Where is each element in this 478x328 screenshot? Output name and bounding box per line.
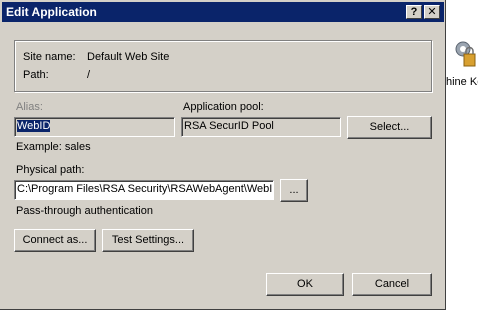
auth-text: Pass-through authentication (16, 205, 153, 217)
app-pool-label: Application pool: (183, 101, 264, 113)
physical-path-input[interactable]: C:\Program Files\RSA Security\RSAWebAgen… (14, 180, 274, 200)
window-title: Edit Application (6, 5, 97, 19)
path-label: Path: (23, 69, 49, 81)
gear-lock-icon (455, 41, 476, 67)
alias-label: Alias: (16, 101, 43, 113)
alias-value: WebID (17, 120, 51, 132)
cancel-button[interactable]: Cancel (352, 273, 432, 296)
edit-application-dialog: Edit Application ? ✕ Site name: Default … (0, 0, 446, 310)
app-pool-field: RSA SecurID Pool (181, 117, 341, 137)
browse-button[interactable]: ... (280, 179, 308, 202)
site-info-box: Site name: Default Web Site Path: / (14, 40, 432, 92)
path-value: / (87, 69, 91, 81)
alias-field[interactable]: WebID (14, 117, 175, 137)
physical-path-label: Physical path: (16, 164, 85, 176)
app-pool-value: RSA SecurID Pool (184, 120, 274, 132)
title-bar[interactable]: Edit Application ? ✕ (2, 2, 444, 22)
site-name-label: Site name: (23, 51, 76, 63)
close-button[interactable]: ✕ (424, 5, 440, 19)
site-name-value: Default Web Site (87, 51, 170, 63)
test-settings-button[interactable]: Test Settings... (102, 229, 194, 252)
background-item-label: hine Ke (446, 76, 478, 88)
select-app-pool-button[interactable]: Select... (347, 116, 432, 139)
help-button[interactable]: ? (406, 5, 422, 19)
ok-button[interactable]: OK (266, 273, 344, 296)
background-window: hine Ke (446, 0, 478, 328)
physical-path-value: C:\Program Files\RSA Security\RSAWebAgen… (17, 183, 274, 195)
alias-example: Example: sales (16, 141, 91, 153)
connect-as-button[interactable]: Connect as... (14, 229, 96, 252)
